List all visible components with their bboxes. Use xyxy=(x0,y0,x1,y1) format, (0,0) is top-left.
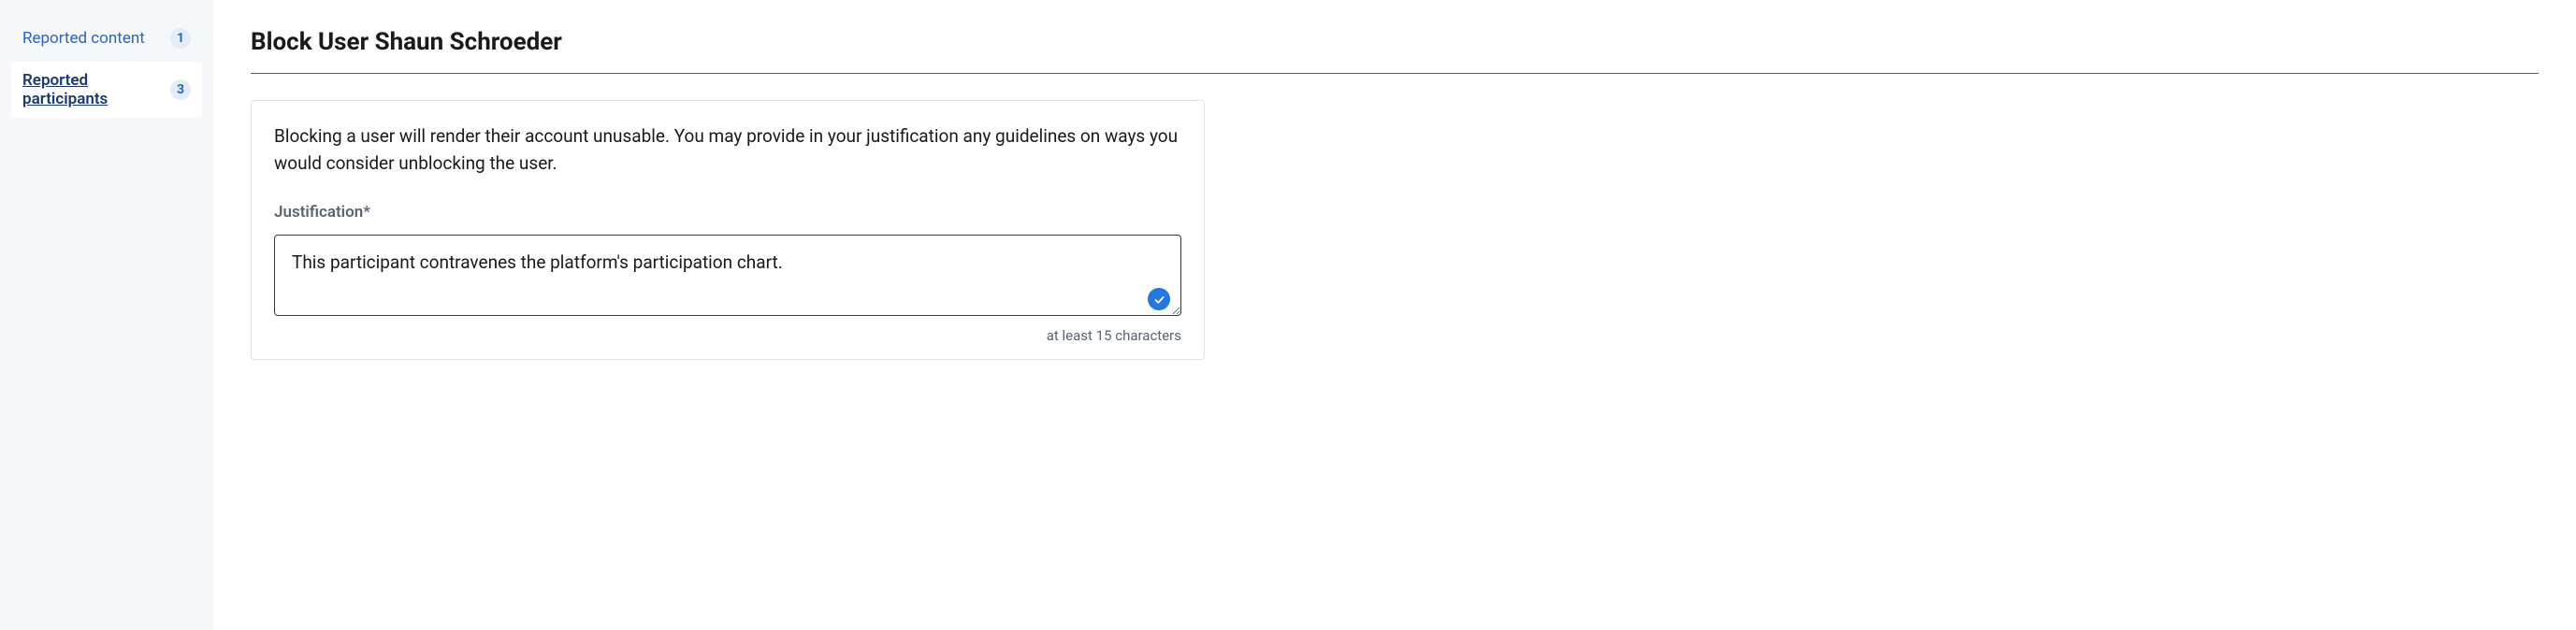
description-text: Blocking a user will render their accoun… xyxy=(274,123,1181,177)
layout: Reported content 1 Reported participants… xyxy=(0,0,2576,630)
character-hint: at least 15 characters xyxy=(274,327,1181,344)
count-badge: 3 xyxy=(170,79,191,100)
sidebar-item-label: Reported participants xyxy=(22,71,170,108)
sidebar-item-label: Reported content xyxy=(22,29,145,48)
sidebar-item-reported-participants[interactable]: Reported participants 3 xyxy=(11,62,202,118)
justification-label: Justification* xyxy=(274,203,1181,222)
textarea-wrapper: This participant contravenes the platfor… xyxy=(274,235,1181,320)
justification-input[interactable]: This participant contravenes the platfor… xyxy=(274,235,1181,316)
sidebar: Reported content 1 Reported participants… xyxy=(0,0,213,630)
divider xyxy=(251,73,2539,74)
sidebar-item-reported-content[interactable]: Reported content 1 xyxy=(11,19,202,58)
count-badge: 1 xyxy=(170,28,191,49)
main-content: Block User Shaun Schroeder Blocking a us… xyxy=(213,0,2576,630)
block-user-card: Blocking a user will render their accoun… xyxy=(251,100,1205,360)
page-title: Block User Shaun Schroeder xyxy=(251,28,2539,56)
checkmark-icon xyxy=(1148,288,1170,310)
